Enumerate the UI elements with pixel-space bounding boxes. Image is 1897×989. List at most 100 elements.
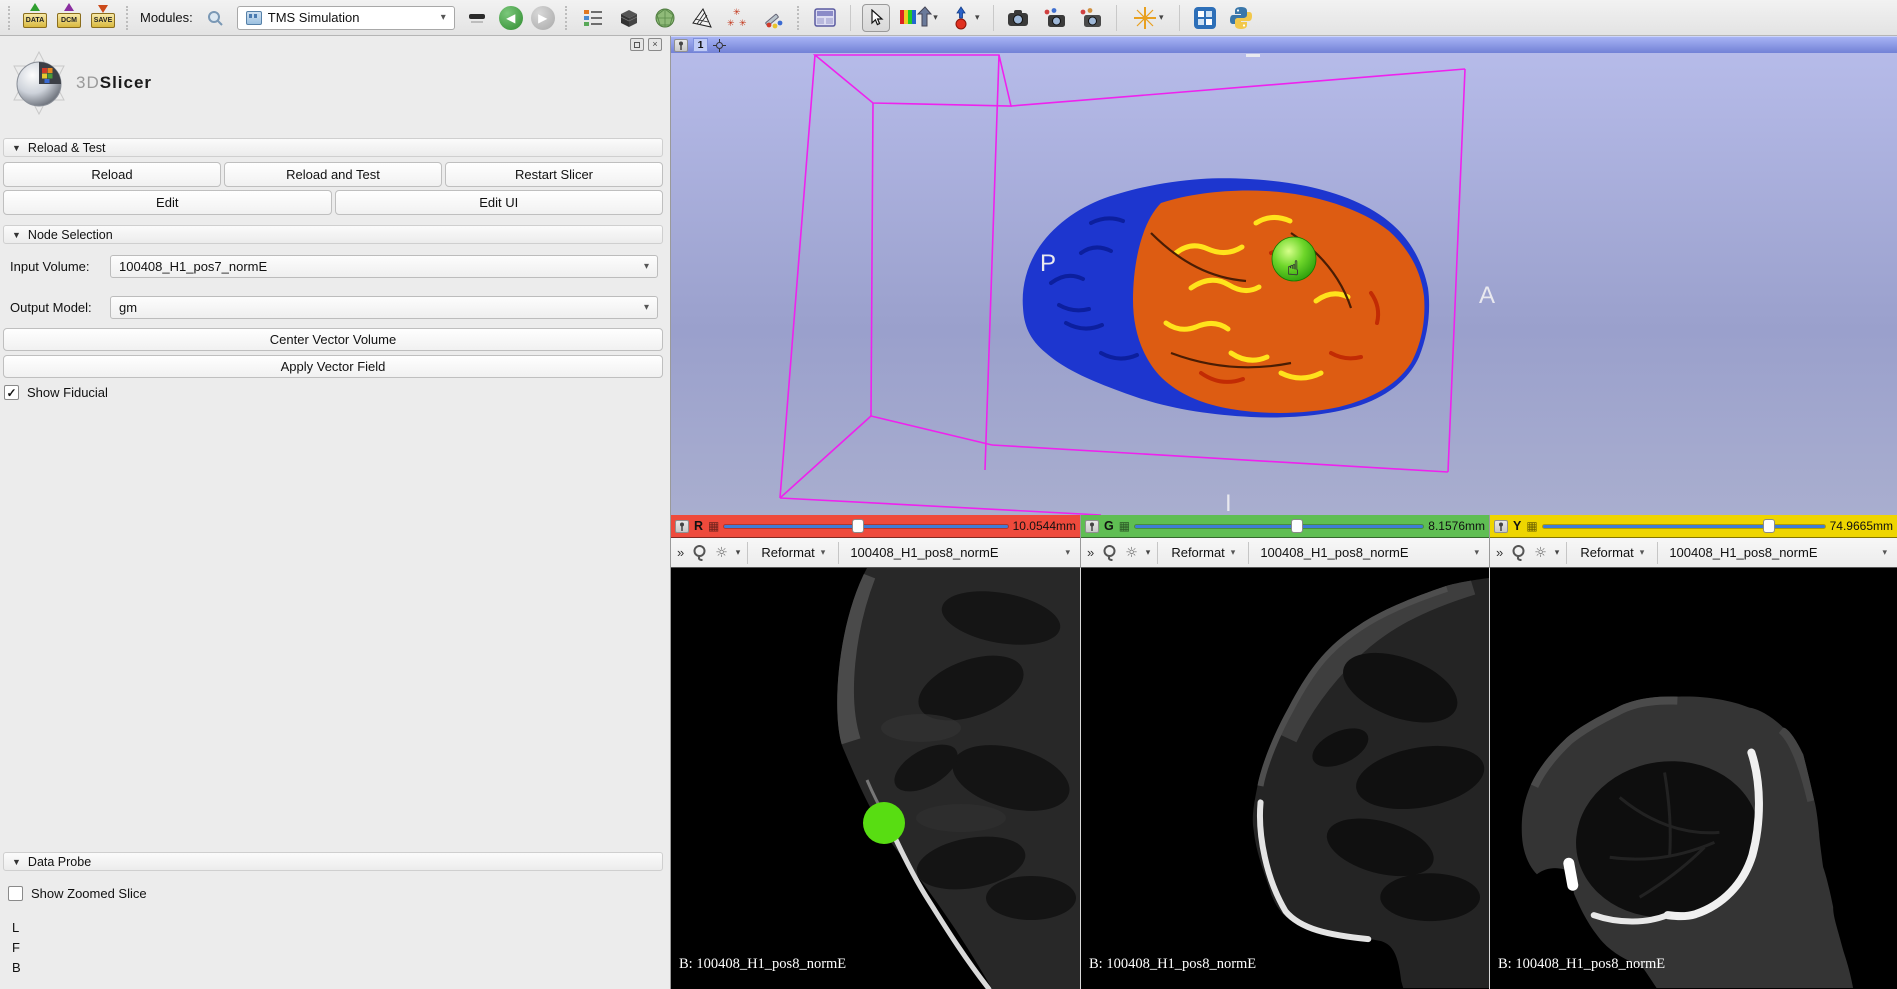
green-slice-viewport[interactable]: B: 100408_H1_pos8_normE bbox=[1080, 568, 1489, 989]
slider-handle[interactable] bbox=[1763, 519, 1775, 533]
scene-view-capture-button[interactable] bbox=[1041, 4, 1069, 32]
reload-button[interactable]: Reload bbox=[3, 162, 221, 187]
slider-track[interactable] bbox=[724, 525, 1007, 528]
module-panel-toggle-button[interactable] bbox=[463, 4, 491, 32]
module-search-icon[interactable] bbox=[201, 4, 229, 32]
module-selector[interactable]: TMS Simulation ▾ bbox=[237, 6, 455, 30]
slice-pin-button[interactable] bbox=[1494, 520, 1508, 533]
section-header-reload-test[interactable]: ▼ Reload & Test bbox=[3, 138, 663, 157]
orientation-label-posterior: P bbox=[1040, 250, 1056, 277]
fiducial-markers-icon[interactable]: ✳✳✳ bbox=[723, 4, 751, 32]
volume-cube-icon[interactable] bbox=[615, 4, 643, 32]
dicom-button[interactable]: DCM bbox=[56, 5, 82, 31]
center-vector-volume-button[interactable]: Center Vector Volume bbox=[3, 328, 663, 351]
output-model-row: Output Model: gm ▾ bbox=[10, 296, 661, 319]
slice-letter: G bbox=[1104, 519, 1114, 533]
link-views-icon[interactable] bbox=[691, 544, 708, 561]
scene-3d-canvas[interactable]: ☝ P A I bbox=[671, 53, 1897, 515]
load-data-button[interactable]: DATA bbox=[22, 5, 48, 31]
svg-text:✳: ✳ bbox=[733, 8, 741, 18]
view-pin-button[interactable] bbox=[674, 39, 688, 52]
slice-intersection-icon[interactable]: ▦ bbox=[708, 520, 719, 532]
orientation-selector[interactable]: Reformat ▾ bbox=[1574, 541, 1650, 565]
input-volume-selector[interactable]: 100408_H1_pos7_normE ▾ bbox=[110, 255, 658, 278]
green-slice-image bbox=[1081, 568, 1489, 988]
scene-view-restore-button[interactable] bbox=[1077, 4, 1105, 32]
slice-letter: R bbox=[694, 519, 703, 533]
chevron-down-icon[interactable]: ▾ bbox=[1146, 547, 1151, 558]
slice-visibility-icon[interactable]: ☼ bbox=[1125, 545, 1138, 561]
slice-corner-label: B: 100408_H1_pos8_normE bbox=[679, 956, 846, 973]
slice-pin-button[interactable] bbox=[1085, 520, 1099, 533]
layout-selector-button[interactable] bbox=[811, 4, 839, 32]
show-zoomed-slice-checkbox[interactable] bbox=[8, 886, 23, 901]
place-fiducial-button[interactable]: ▾ bbox=[946, 4, 982, 32]
module-list-icon[interactable] bbox=[579, 4, 607, 32]
volume-selector[interactable]: 100408_H1_pos8_normE ▾ bbox=[1665, 545, 1891, 560]
main-toolbar: DATA DCM SAVE Modules: TMS Simulation ▾ … bbox=[0, 0, 1897, 36]
volume-selector[interactable]: 100408_H1_pos8_normE ▾ bbox=[846, 545, 1074, 560]
view-3d-tab[interactable]: 1 bbox=[693, 38, 708, 52]
slice-visibility-icon[interactable]: ☼ bbox=[1534, 545, 1547, 561]
section-header-data-probe[interactable]: ▼ Data Probe bbox=[3, 852, 663, 871]
link-views-icon[interactable] bbox=[1510, 544, 1527, 561]
slider-track[interactable] bbox=[1135, 525, 1423, 528]
chevron-down-icon[interactable]: ▾ bbox=[736, 547, 741, 558]
mouse-mode-select-button[interactable] bbox=[862, 4, 890, 32]
python-console-button[interactable] bbox=[1227, 4, 1255, 32]
volume-selector[interactable]: 100408_H1_pos8_normE ▾ bbox=[1256, 545, 1483, 560]
module-history-forward-button[interactable]: ▶ bbox=[531, 6, 555, 30]
dicom-arrow-icon bbox=[64, 3, 74, 11]
crosshair-button[interactable]: ▾ bbox=[1128, 4, 1168, 32]
chevron-down-icon: ▾ bbox=[821, 547, 826, 558]
yellow-slice-viewport[interactable]: B: 100408_H1_pos8_normE bbox=[1489, 568, 1897, 989]
orientation-selector[interactable]: Reformat ▾ bbox=[1165, 541, 1241, 565]
chevron-down-icon: ▾ bbox=[441, 12, 446, 23]
green-slice-bar: G ▦ 8.1576mm bbox=[1081, 515, 1489, 538]
separator bbox=[838, 542, 839, 564]
show-fiducial-checkbox[interactable]: ✓ bbox=[4, 385, 19, 400]
slice-intersection-icon[interactable]: ▦ bbox=[1526, 520, 1537, 532]
module-history-back-button[interactable]: ◀ bbox=[499, 6, 523, 30]
red-slice-viewport[interactable]: B: 100408_H1_pos8_normE bbox=[671, 568, 1080, 989]
slice-visibility-icon[interactable]: ☼ bbox=[715, 545, 728, 561]
output-model-selector[interactable]: gm ▾ bbox=[110, 296, 658, 319]
slice-offset-slider[interactable] bbox=[724, 518, 1007, 534]
slider-handle[interactable] bbox=[1291, 519, 1303, 533]
chevron-down-icon[interactable]: ▾ bbox=[1555, 547, 1560, 558]
save-button[interactable]: SAVE bbox=[90, 5, 116, 31]
screenshot-camera-button[interactable] bbox=[1005, 4, 1033, 32]
panel-close-button[interactable]: × bbox=[648, 38, 662, 51]
section-header-node-selection[interactable]: ▼ Node Selection bbox=[3, 225, 663, 244]
model-sphere-icon[interactable] bbox=[651, 4, 679, 32]
link-views-icon[interactable] bbox=[1101, 544, 1118, 561]
view-crosshair-icon[interactable] bbox=[713, 39, 726, 52]
chevron-down-icon: ▾ bbox=[644, 302, 649, 313]
slice-intersection-icon[interactable]: ▦ bbox=[1119, 520, 1130, 532]
slice-offset-slider[interactable] bbox=[1135, 518, 1423, 534]
colors-mouse-mode-button[interactable]: ▾ bbox=[898, 4, 938, 32]
orientation-selector[interactable]: Reformat ▾ bbox=[755, 541, 831, 565]
slice-pin-button[interactable] bbox=[675, 520, 689, 533]
slice-offset-slider[interactable] bbox=[1543, 518, 1825, 534]
edit-button[interactable]: Edit bbox=[3, 190, 332, 215]
view-3d-header: 1 bbox=[671, 36, 1897, 53]
reload-and-test-button[interactable]: Reload and Test bbox=[224, 162, 442, 187]
more-controls-chevron[interactable]: » bbox=[1496, 545, 1503, 560]
panel-undock-button[interactable] bbox=[630, 38, 644, 51]
more-controls-chevron[interactable]: » bbox=[1087, 545, 1094, 560]
mesh-icon[interactable] bbox=[687, 4, 715, 32]
restart-slicer-button[interactable]: Restart Slicer bbox=[445, 162, 663, 187]
more-controls-chevron[interactable]: » bbox=[677, 545, 684, 560]
slider-handle[interactable] bbox=[852, 519, 864, 533]
apply-vector-field-button[interactable]: Apply Vector Field bbox=[3, 355, 663, 378]
fiducial-marker-2d[interactable] bbox=[863, 802, 905, 844]
chevron-down-icon: ▾ bbox=[933, 12, 938, 23]
annotations-pen-icon[interactable] bbox=[759, 4, 787, 32]
orientation-label-superior-clipped bbox=[1246, 54, 1260, 57]
extensions-manager-button[interactable] bbox=[1191, 4, 1219, 32]
edit-ui-button[interactable]: Edit UI bbox=[335, 190, 664, 215]
slider-track[interactable] bbox=[1543, 525, 1825, 528]
collapse-triangle-icon: ▼ bbox=[12, 230, 21, 240]
volume-name: 100408_H1_pos8_normE bbox=[850, 545, 998, 560]
